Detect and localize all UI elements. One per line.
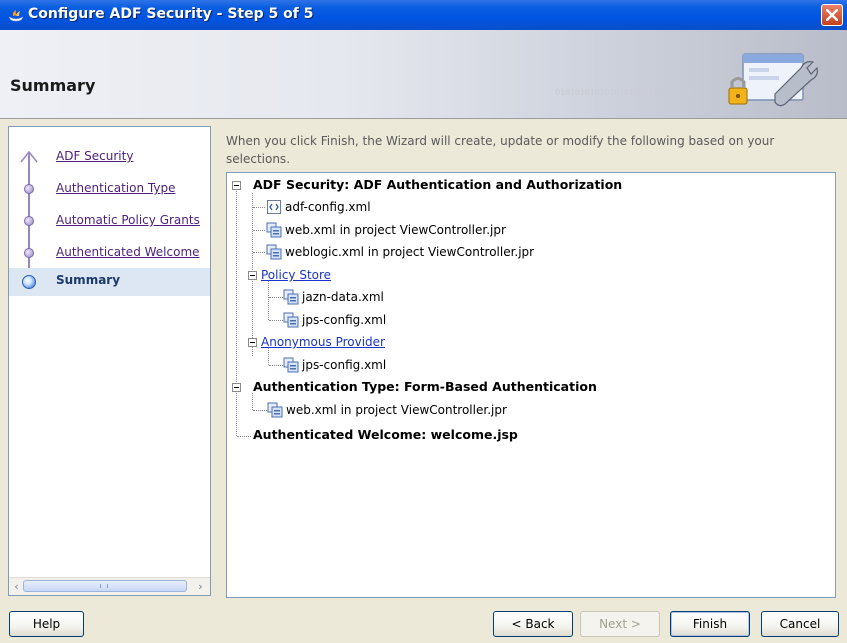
security-wrench-icon <box>728 53 818 107</box>
step-current-icon <box>22 275 36 289</box>
tree-node-web-xml[interactable]: web.xml in project ViewController.jpr <box>286 402 507 418</box>
tree-connector <box>269 365 283 366</box>
tree-connector <box>253 230 265 231</box>
nav-step-label: Authentication Type <box>56 181 176 195</box>
nav-step-label: Summary <box>56 273 121 287</box>
tree-node-policy-store[interactable]: Policy Store <box>261 267 331 283</box>
nav-step-label: Automatic Policy Grants <box>56 213 200 227</box>
tree-node-weblogic-xml[interactable]: weblogic.xml in project ViewController.j… <box>285 244 534 260</box>
summary-tree[interactable]: ADF Security: ADF Authentication and Aut… <box>226 172 836 598</box>
scroll-grip-icon <box>100 584 108 588</box>
window-title: Configure ADF Security - Step 5 of 5 <box>28 6 314 22</box>
tree-node-adf-config[interactable]: adf-config.xml <box>285 199 371 215</box>
tree-connector <box>236 189 237 436</box>
project-file-icon <box>266 222 282 238</box>
project-file-icon <box>283 312 299 328</box>
tree-node-web-xml[interactable]: web.xml in project ViewController.jpr <box>285 222 506 238</box>
project-file-icon <box>267 402 283 418</box>
tree-connector <box>237 436 251 437</box>
nav-step-authentication-type[interactable]: Authentication Type <box>9 176 210 204</box>
nav-step-authenticated-welcome[interactable]: Authenticated Welcome <box>9 240 210 268</box>
back-button[interactable]: < Back <box>493 611 573 637</box>
project-file-icon <box>266 244 282 260</box>
close-button[interactable] <box>821 4 843 26</box>
tree-node-jazn-data[interactable]: jazn-data.xml <box>302 289 384 305</box>
wizard-step-nav: ADF Security Authentication Type Automat… <box>8 126 211 596</box>
binary-decoration: 0101010101010101010101010101 <box>555 88 693 98</box>
collapse-toggle-icon[interactable] <box>232 181 241 190</box>
tree-connector <box>253 207 265 208</box>
tree-node-authentication-type[interactable]: Authentication Type: Form-Based Authenti… <box>253 379 597 395</box>
project-file-icon <box>283 289 299 305</box>
scroll-thumb[interactable] <box>23 580 187 592</box>
page-title: Summary <box>10 76 96 95</box>
nav-step-label: Authenticated Welcome <box>56 245 200 259</box>
xml-file-icon <box>267 200 281 214</box>
jdeveloper-app-icon <box>8 8 24 22</box>
tree-node-jps-config[interactable]: jps-config.xml <box>302 312 386 328</box>
close-icon <box>826 9 838 21</box>
nav-step-summary[interactable]: Summary <box>9 268 210 296</box>
tree-connector <box>268 281 269 320</box>
tree-connector <box>253 410 267 411</box>
collapse-toggle-icon[interactable] <box>232 383 241 392</box>
tree-connector <box>253 252 265 253</box>
tree-connector <box>252 393 253 410</box>
tree-connector <box>268 348 269 365</box>
finish-button[interactable]: Finish <box>670 611 750 637</box>
project-file-icon <box>283 357 299 373</box>
tree-connector <box>269 297 283 298</box>
nav-step-automatic-policy-grants[interactable]: Automatic Policy Grants <box>9 208 210 236</box>
nav-step-adf-security[interactable]: ADF Security <box>9 144 210 172</box>
tree-node-anonymous-provider[interactable]: Anonymous Provider <box>261 334 385 350</box>
collapse-toggle-icon[interactable] <box>248 271 257 280</box>
nav-step-label: ADF Security <box>56 149 134 163</box>
step-start-icon <box>20 149 38 163</box>
summary-description: When you click Finish, the Wizard will c… <box>226 134 775 166</box>
cancel-button[interactable]: Cancel <box>761 611 839 637</box>
scroll-right-arrow-icon[interactable]: › <box>194 580 207 593</box>
step-visited-icon <box>24 184 34 194</box>
help-button[interactable]: Help <box>9 611 84 637</box>
wizard-header: Summary 0101010101010101010101010101 <box>0 30 847 119</box>
tree-node-adf-security[interactable]: ADF Security: ADF Authentication and Aut… <box>253 177 622 193</box>
tree-connector <box>269 320 283 321</box>
step-visited-icon <box>24 216 34 226</box>
scroll-left-arrow-icon[interactable]: ‹ <box>10 580 23 593</box>
nav-horizontal-scrollbar[interactable]: ‹ › <box>9 577 210 595</box>
tree-node-jps-config[interactable]: jps-config.xml <box>302 357 386 373</box>
tree-node-authenticated-welcome[interactable]: Authenticated Welcome: welcome.jsp <box>253 427 518 443</box>
step-visited-icon <box>24 248 34 258</box>
next-button[interactable]: Next > <box>580 611 660 637</box>
title-bar: Configure ADF Security - Step 5 of 5 <box>0 0 847 30</box>
collapse-toggle-icon[interactable] <box>248 338 257 347</box>
